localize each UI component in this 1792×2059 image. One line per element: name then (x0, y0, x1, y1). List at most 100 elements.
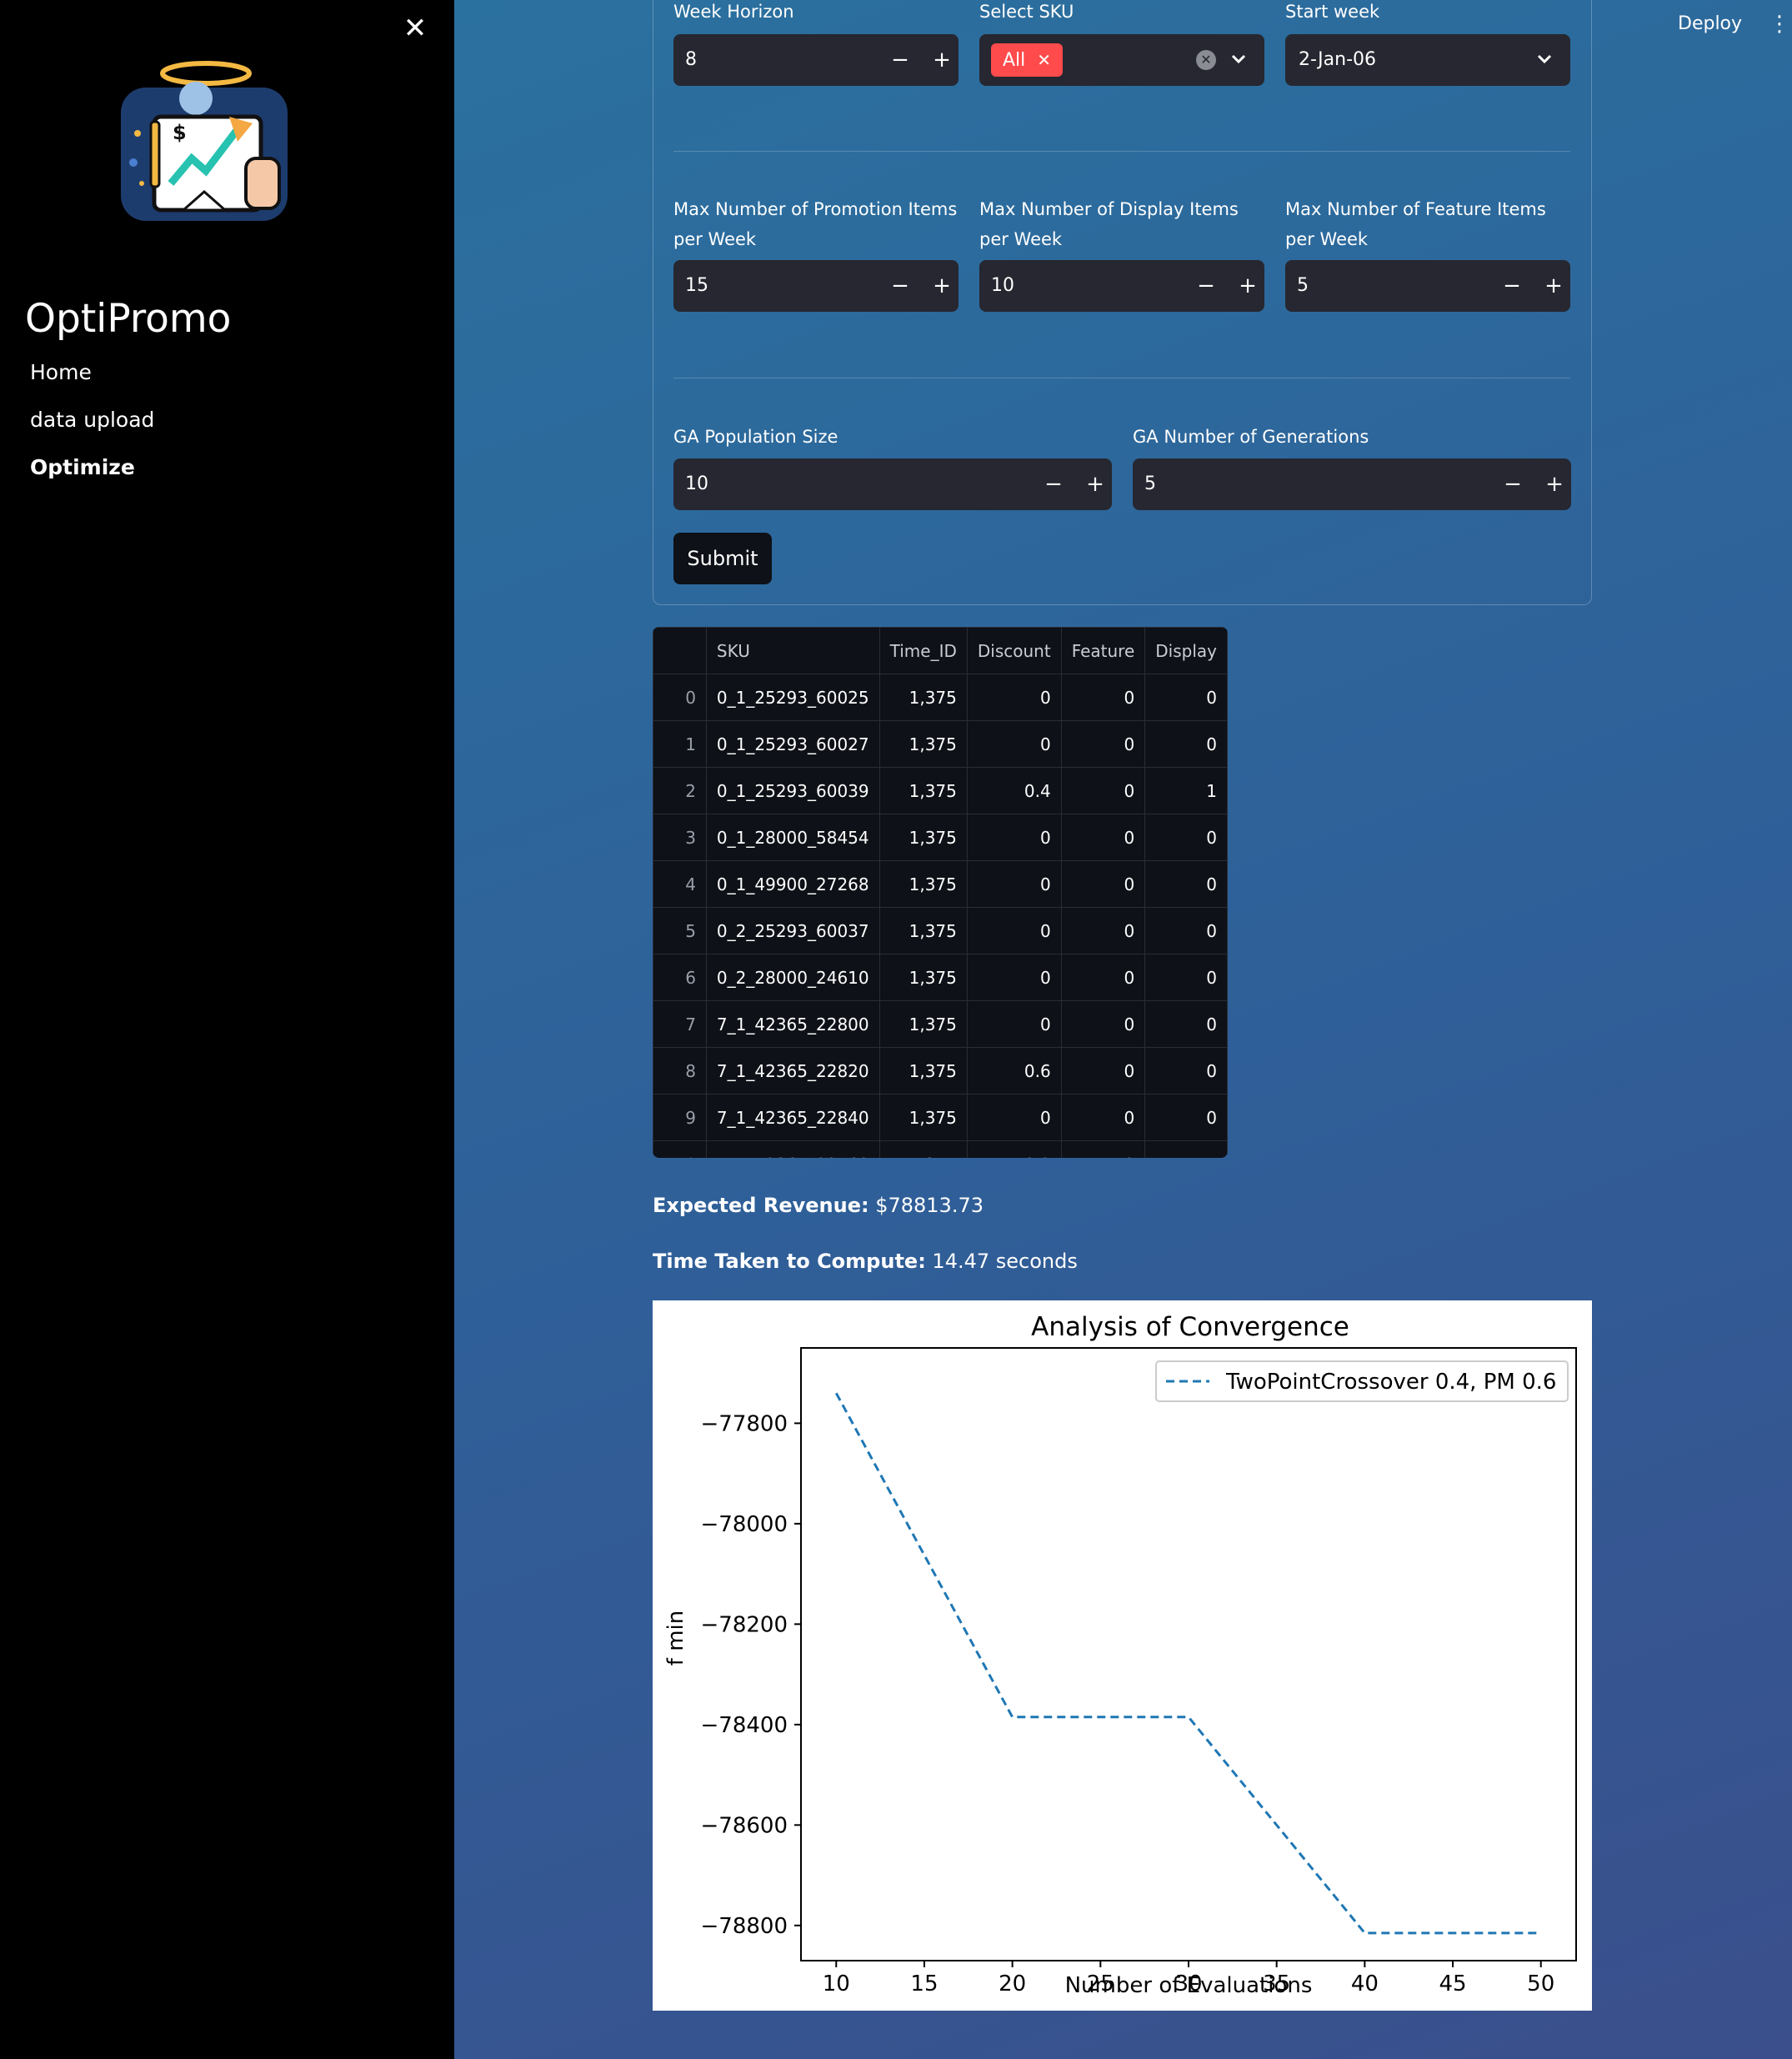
chevron-down-icon[interactable] (1534, 48, 1555, 69)
table-cell: 0 (1060, 1140, 1146, 1158)
close-icon[interactable]: ✕ (400, 13, 430, 43)
plus-button[interactable]: + (1538, 458, 1571, 510)
svg-text:$: $ (173, 121, 187, 144)
table-cell: 1,375 (878, 907, 968, 954)
minus-button[interactable]: − (883, 34, 917, 86)
column-header[interactable]: Display (1144, 627, 1228, 674)
table-row[interactable]: 7 7_1_42365_22800 1,375 0 0 0 (653, 1000, 1228, 1048)
row-index: 0 (653, 674, 707, 721)
x-tick-label: 50 (1527, 1971, 1554, 1996)
table-cell: 7_1_42365_22840 (705, 1094, 880, 1141)
table-row[interactable]: 6 0_2_28000_24610 1,375 0 0 0 (653, 954, 1228, 1001)
table-row[interactable]: 5 0_2_25293_60037 1,375 0 0 0 (653, 907, 1228, 954)
table-row[interactable]: 2 0_1_25293_60039 1,375 0.4 0 1 (653, 767, 1228, 814)
sidebar: ✕ $ OptiPromo Home data upload Optimize (0, 0, 454, 2059)
table-row[interactable]: 3 0_1_28000_58454 1,375 0 0 0 (653, 814, 1228, 861)
ga-population-input[interactable]: 10 − + (673, 458, 1112, 510)
submit-button[interactable]: Submit (673, 533, 772, 584)
table-cell: 0.4 (966, 767, 1062, 814)
y-tick-label: −78200 (701, 1612, 788, 1637)
ga-generations-input[interactable]: 5 − + (1133, 458, 1571, 510)
row-index: 7 (653, 1000, 707, 1048)
divider (673, 151, 1570, 152)
table-cell: 0 (1144, 814, 1228, 861)
results-table[interactable]: SKU Time_ID Discount Feature Display 0 0_… (653, 627, 1228, 1158)
minus-button[interactable]: − (1495, 260, 1529, 312)
column-header[interactable]: SKU (705, 627, 880, 674)
row-index: 6 (653, 954, 707, 1001)
table-cell: 0 (966, 674, 1062, 721)
remove-tag-icon[interactable]: ✕ (1037, 50, 1051, 70)
minus-button[interactable]: − (1189, 260, 1223, 312)
table-cell: 0.2 (966, 1140, 1062, 1158)
minus-button[interactable]: − (1496, 458, 1529, 510)
table-cell: 0 (1060, 907, 1146, 954)
table-cell: 0 (1144, 907, 1228, 954)
plus-button[interactable]: + (925, 34, 959, 86)
row-index: 2 (653, 767, 707, 814)
sidebar-item-optimize[interactable]: Optimize (30, 449, 154, 497)
start-week-select[interactable]: 2-Jan-06 (1285, 34, 1570, 86)
table-cell: 0 (1144, 860, 1228, 908)
plus-button[interactable]: + (1079, 458, 1112, 510)
row-index: 5 (653, 907, 707, 954)
select-sku-multiselect[interactable]: All ✕ ✕ (979, 34, 1264, 86)
table-cell: 0 (966, 1000, 1062, 1048)
table-cell: 0 (966, 954, 1062, 1001)
table-cell: 1 (1144, 1140, 1228, 1158)
column-header[interactable]: Time_ID (878, 627, 968, 674)
table-row[interactable]: 0 0_1_25293_60025 1,375 0 0 0 (653, 674, 1228, 721)
max-feature-input[interactable]: 5 − + (1285, 260, 1570, 312)
plus-button[interactable]: + (1537, 260, 1570, 312)
table-cell: 0_1_25293_60025 (705, 674, 880, 721)
series-line (834, 1392, 1541, 1935)
table-cell: 0 (1144, 674, 1228, 721)
y-axis-label: f min (663, 1611, 688, 1666)
plus-button[interactable]: + (1231, 260, 1264, 312)
max-promo-input[interactable]: 15 − + (673, 260, 959, 312)
table-cell: 0.6 (966, 1047, 1062, 1095)
max-display-label: Max Number of Display Items per Week (979, 199, 1239, 249)
table-row[interactable]: 107_1_42365_224601,3750.201 (653, 1140, 1228, 1158)
table-cell: 0_1_49900_27268 (705, 860, 880, 908)
table-cell: 0 (1144, 1000, 1228, 1048)
table-cell: 0 (1060, 814, 1146, 861)
y-tick-label: −78600 (701, 1813, 788, 1838)
table-cell: 1,375 (878, 1094, 968, 1141)
column-header[interactable] (653, 627, 707, 674)
table-cell: 0 (1144, 1047, 1228, 1095)
ga-generations-label: GA Number of Generations (1133, 427, 1369, 447)
table-row[interactable]: 8 7_1_42365_22820 1,375 0.6 0 0 (653, 1047, 1228, 1095)
column-header[interactable]: Discount (966, 627, 1062, 674)
convergence-chart-svg: Analysis of Convergence 10 15 20 25 30 35 40 45… (663, 1312, 1577, 1998)
row-index: 3 (653, 814, 707, 861)
expected-revenue: Expected Revenue: $78813.73 (653, 1194, 984, 1217)
table-row[interactable]: 4 0_1_49900_27268 1,375 0 0 0 (653, 860, 1228, 908)
chevron-down-icon[interactable] (1228, 48, 1249, 69)
x-tick-label: 20 (999, 1971, 1026, 1996)
table-cell: 0 (966, 814, 1062, 861)
minus-button[interactable]: − (883, 260, 917, 312)
table-cell: 0 (966, 907, 1062, 954)
table-row[interactable]: 9 7_1_42365_22840 1,375 0 0 0 (653, 1094, 1228, 1141)
table-cell: 0_1_28000_58454 (705, 814, 880, 861)
table-cell: 1,375 (878, 767, 968, 814)
plus-button[interactable]: + (925, 260, 959, 312)
sidebar-item-data-upload[interactable]: data upload (30, 402, 154, 449)
clear-icon[interactable]: ✕ (1196, 50, 1216, 70)
table-cell: 0 (1060, 1094, 1146, 1141)
sidebar-item-home[interactable]: Home (30, 354, 154, 402)
column-header[interactable]: Feature (1060, 627, 1146, 674)
y-tick-label: −77800 (701, 1411, 788, 1436)
chart-title: Analysis of Convergence (1031, 1312, 1349, 1342)
table-cell: 1,375 (878, 860, 968, 908)
vertical-dots-icon[interactable]: ⋮ (1769, 12, 1790, 37)
week-horizon-input[interactable]: 8 − + (673, 34, 959, 86)
deploy-button[interactable]: Deploy (1678, 13, 1742, 34)
max-promo-label: Max Number of Promotion Items per Week (673, 199, 958, 249)
y-tick-label: −78800 (701, 1914, 788, 1939)
max-display-input[interactable]: 10 − + (979, 260, 1264, 312)
minus-button[interactable]: − (1037, 458, 1070, 510)
row-index: 9 (653, 1094, 707, 1141)
table-row[interactable]: 1 0_1_25293_60027 1,375 0 0 0 (653, 720, 1228, 768)
